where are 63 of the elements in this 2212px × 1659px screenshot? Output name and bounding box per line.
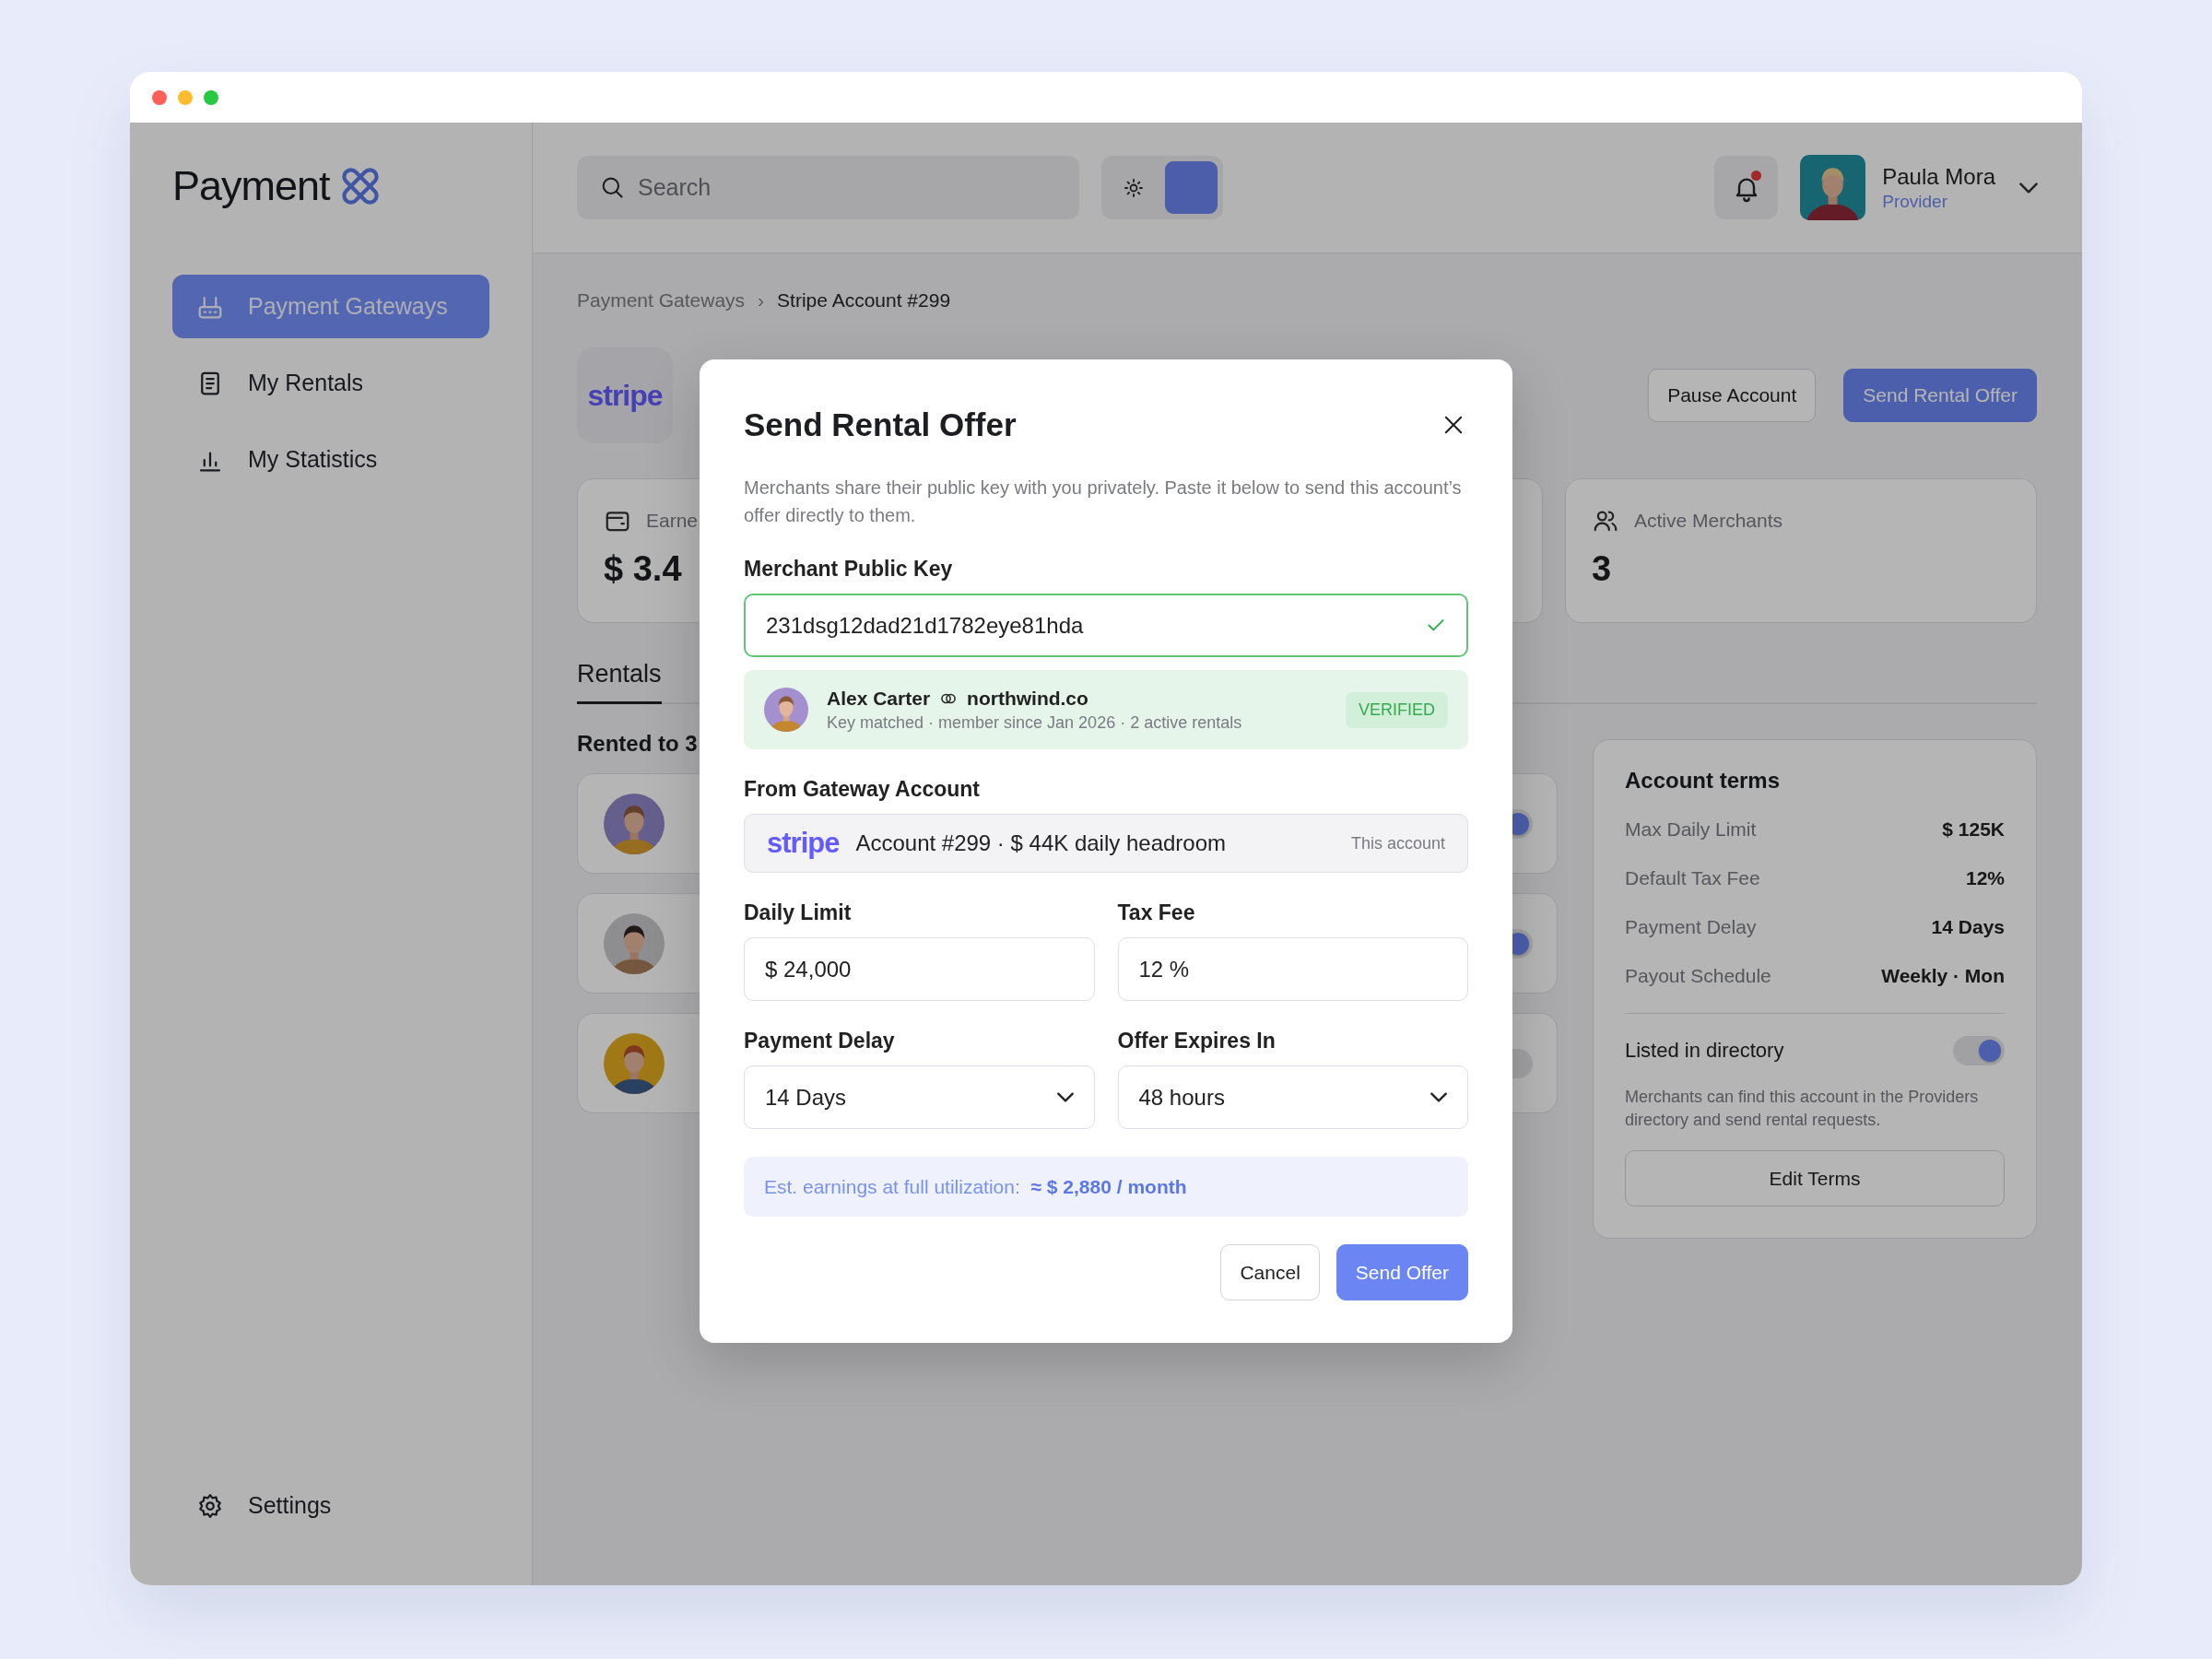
term-label: Payout Schedule [1625, 964, 1771, 987]
term-value: 12% [1965, 866, 2005, 889]
term-value: $ 125K [1942, 818, 2005, 841]
input-field[interactable]: 12 % [1117, 937, 1468, 1001]
logo-text: Payment [172, 162, 330, 210]
help-text: Merchants can find this account in the Providers directory and send rental requests. [1625, 1087, 1980, 1131]
field-label: Offer Expires In [1117, 1028, 1277, 1054]
dialog-description: Merchants share their public key with you privately. Paste it below to send this account’s offer directly to them. [744, 477, 1463, 527]
sun-icon [1122, 176, 1145, 199]
term-value: Weekly · Mon [1881, 964, 2005, 987]
brand-wordmark: stripe [587, 378, 663, 413]
cancel-button[interactable]: Cancel [1220, 1244, 1320, 1300]
stat-value: 3 [1592, 549, 1612, 589]
term-label: Payment Delay [1625, 915, 1757, 938]
match-detail: Key matched · member since Jan 2026 · 2 active rentals [827, 712, 1242, 733]
stat-label: Active Merchants [1634, 510, 1783, 532]
term-label: Max Daily Limit [1625, 818, 1757, 841]
breadcrumb-separator: › [758, 289, 765, 312]
theme-option[interactable] [1165, 161, 1218, 214]
field-label: Daily Limit [744, 900, 853, 926]
account-name: Account #299 · $ 44K daily headroom [855, 830, 1226, 856]
term-label: Default Tax Fee [1625, 866, 1760, 889]
window-control[interactable] [152, 89, 167, 105]
nav-item[interactable]: My Statistics [172, 428, 489, 491]
field-label: Merchant Public Key [744, 556, 954, 582]
breadcrumb-current: Stripe Account #299 [777, 289, 951, 312]
merchant-company: northwind.co [967, 687, 1088, 710]
search-field[interactable]: Search [577, 156, 1079, 219]
field-label: Payment Delay [744, 1028, 896, 1054]
estimate-text: Est. earnings at full utilization: ≈ $ 2,880 / month [744, 1157, 1468, 1217]
input-field[interactable]: $ 24,000 [744, 937, 1095, 1001]
account-select[interactable]: stripe Account #299 · $ 44K daily headroom This account [744, 814, 1468, 873]
verified-badge: VERIFIED [1346, 691, 1448, 728]
key-field[interactable]: 231dsg12dad21d1782eye81hda [744, 594, 1468, 657]
nav-item[interactable]: My Rentals [172, 351, 489, 415]
tab[interactable]: Rentals [577, 653, 662, 704]
chevron-down-icon [1430, 1092, 1447, 1102]
stat-label: Earne [646, 510, 699, 532]
window-control[interactable] [178, 89, 193, 105]
card-title: Account terms [1625, 768, 1782, 794]
dropdown[interactable]: 14 Days [744, 1065, 1095, 1129]
merchant-name: Alex Carter [827, 687, 931, 710]
chevron-down-icon [2019, 182, 2038, 194]
settings-icon [196, 1491, 224, 1520]
toggle-switch[interactable] [1953, 1036, 2005, 1065]
account-note: This account [1350, 833, 1445, 853]
notifications-button[interactable] [1714, 156, 1779, 219]
window-control[interactable] [204, 89, 218, 105]
chevron-down-icon [1056, 1092, 1074, 1102]
user-role: Provider [1882, 191, 1948, 212]
brand-wordmark: stripe [767, 827, 840, 860]
field-label: From Gateway Account [744, 776, 982, 803]
field-label: Tax Fee [1117, 900, 1196, 926]
dropdown[interactable]: 48 hours [1117, 1065, 1468, 1129]
edit-terms-button[interactable]: Edit Terms [1625, 1150, 2005, 1206]
section-title: Rented to 3 [577, 731, 699, 757]
user-name: Paula Mora [1882, 163, 1995, 190]
setting-label: Listed in directory [1625, 1039, 1784, 1063]
dialog-title: Send Rental Offer [744, 406, 1017, 443]
term-value: 14 Days [1931, 915, 2005, 938]
pause-button[interactable]: Pause Account [1648, 369, 1817, 422]
settings-link[interactable]: Settings [172, 1474, 489, 1537]
stat-value: $ 3.4 [604, 549, 682, 589]
